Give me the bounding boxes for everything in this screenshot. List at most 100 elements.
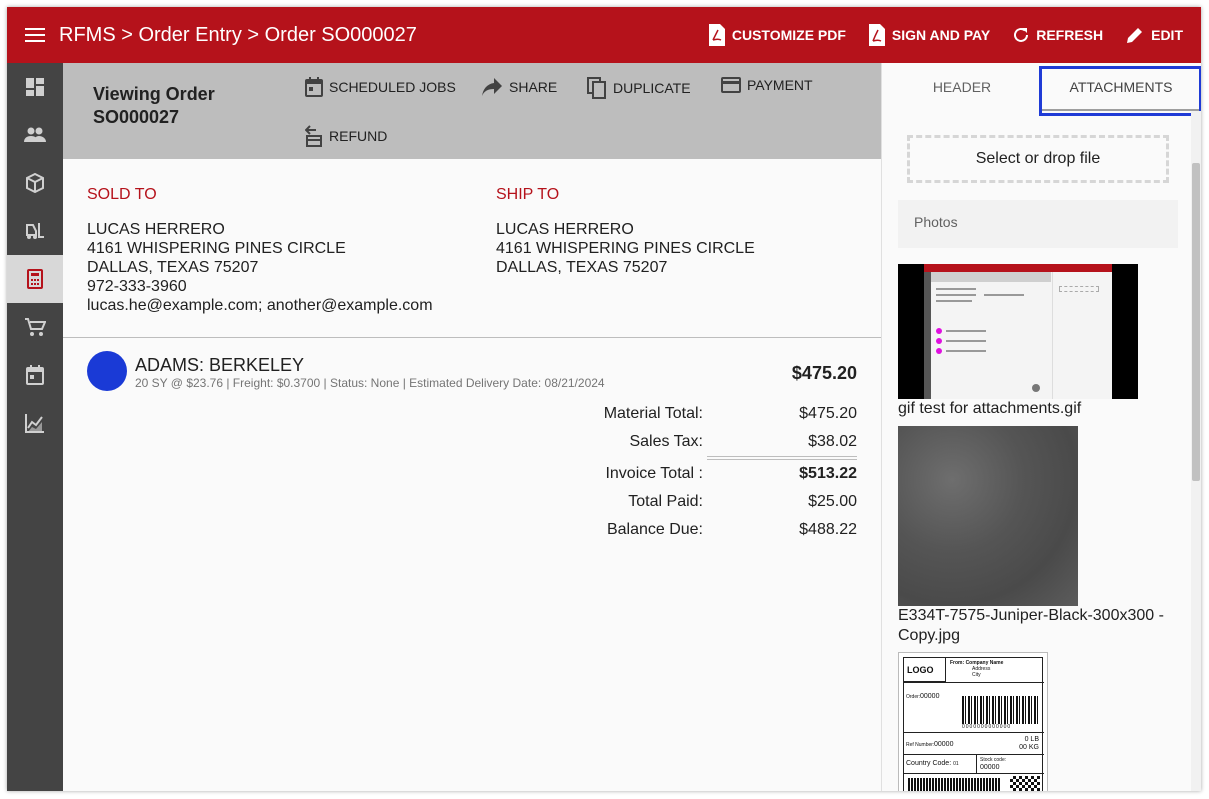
attachment-thumbnail-stone-tile[interactable] [898, 426, 1078, 606]
breadcrumb: RFMS > Order Entry > Order SO000027 [59, 23, 417, 46]
ship-to-block: SHIP TO LUCAS HERRERO 4161 WHISPERING PI… [496, 185, 755, 277]
label-rule [904, 682, 1044, 683]
tab-header[interactable]: HEADER [882, 63, 1042, 111]
attachment-caption: E334T-7575-Juniper-Black-300x300 - Copy.… [898, 607, 1164, 644]
duplicate-button[interactable]: DUPLICATE [587, 77, 691, 99]
customize-pdf-button[interactable]: CUSTOMIZE PDF [708, 23, 846, 47]
gif-preview-line [946, 330, 986, 332]
line-item-name: ADAMS: BERKELEY [135, 355, 305, 375]
sold-to-heading: SOLD TO [87, 186, 157, 203]
panel-scrollbar[interactable] [1191, 111, 1201, 791]
calendar-icon [26, 365, 44, 385]
sidebar-item-dashboard[interactable] [7, 63, 63, 111]
payment-button[interactable]: PAYMENT [721, 77, 813, 93]
gif-preview-line [936, 294, 976, 296]
label-rule [904, 773, 1044, 774]
scheduled-jobs-button[interactable]: SCHEDULED JOBS [305, 77, 456, 97]
label-from-block: From: Company Name Address City [950, 660, 1003, 678]
calendar-icon [305, 77, 323, 97]
gif-preview-dropzone [1059, 286, 1099, 292]
copy-icon [587, 77, 606, 99]
gif-preview-line [936, 288, 976, 290]
balance-due-row: Balance Due: $488.22 [503, 517, 857, 545]
sales-tax-value: $38.02 [808, 433, 857, 450]
attachment-caption: gif test for attachments.gif [898, 400, 1082, 417]
label-qr-code [1010, 776, 1040, 791]
top-actions: CUSTOMIZE PDF SIGN AND PAY REFRESH EDIT [686, 7, 1183, 63]
label-barcode [962, 696, 1040, 724]
sidebar-item-products[interactable] [7, 159, 63, 207]
attachment-thumbnail-gif[interactable] [898, 264, 1138, 399]
label-order-number: 00000 [920, 693, 940, 700]
total-paid-row: Total Paid: $25.00 [503, 489, 857, 517]
line-item-price: $475.20 [791, 363, 857, 383]
label-frame: LOGO From: Company Name Address City Ord… [903, 657, 1044, 791]
customize-pdf-label: CUSTOMIZE PDF [731, 27, 846, 43]
label-logo: LOGO [904, 658, 946, 682]
label-city: City [972, 672, 981, 678]
attachment-thumbnail-shipping-label[interactable]: LOGO From: Company Name Address City Ord… [898, 652, 1048, 791]
section-divider [63, 337, 881, 338]
material-total-row: Material Total: $475.20 [503, 401, 857, 429]
line-item[interactable]: ADAMS: BERKELEY 20 SY @ $23.76 | Freight… [87, 351, 857, 395]
refresh-icon [1014, 27, 1029, 42]
sidebar-item-warehouse[interactable] [7, 207, 63, 255]
sales-tax-row: Sales Tax: $38.02 [503, 429, 857, 457]
menu-icon [25, 28, 45, 42]
sold-to-street: 4161 WHISPERING PINES CIRCLE [87, 240, 346, 257]
sidebar-item-schedule[interactable] [7, 351, 63, 399]
sidebar-item-customers[interactable] [7, 111, 63, 159]
label-weight-lb: 0 LB [1024, 736, 1039, 743]
package-icon [26, 173, 44, 193]
sign-and-pay-label: SIGN AND PAY [891, 27, 991, 43]
label-barcode-digits: 0000000000000 [962, 724, 1012, 730]
hamburger-menu-button[interactable] [11, 7, 59, 63]
file-drop-zone[interactable]: Select or drop file [907, 135, 1169, 183]
label-weight-kg: 00 KG [1019, 744, 1039, 751]
label-rule [976, 755, 977, 773]
nav-sidebar [7, 63, 63, 791]
sidebar-item-purchasing[interactable] [7, 303, 63, 351]
balance-due-label: Balance Due: [606, 521, 703, 538]
label-ref-label: Ref Number: [906, 742, 935, 748]
label-ref-number: 00000 [934, 741, 954, 748]
gif-preview-line [984, 294, 1024, 296]
label-from: From: [950, 660, 965, 666]
ship-to-heading: SHIP TO [496, 186, 560, 203]
total-paid-value: $25.00 [808, 493, 857, 510]
gif-preview-screen [924, 264, 1112, 399]
gif-preview-header [931, 272, 1051, 282]
panel-scrollbar-thumb[interactable] [1192, 163, 1200, 481]
ship-to-street: 4161 WHISPERING PINES CIRCLE [496, 240, 755, 257]
page-title: Viewing Order SO000027 [93, 84, 215, 127]
refresh-label: REFRESH [1036, 27, 1104, 43]
refund-icon [305, 125, 322, 147]
share-arrow-icon [482, 78, 502, 96]
gif-preview-line [946, 340, 986, 342]
label-country-code: 01 [953, 761, 959, 767]
pdf-sign-icon [868, 24, 885, 46]
material-total-label: Material Total: [603, 405, 703, 422]
gif-preview-dot [936, 328, 942, 334]
sign-and-pay-button[interactable]: SIGN AND PAY [868, 23, 990, 47]
gif-preview-dot [936, 348, 942, 354]
sidebar-item-order-entry[interactable] [7, 255, 63, 303]
label-rule [904, 754, 1044, 755]
details-panel: HEADER ATTACHMENTS Select or drop file P… [881, 63, 1201, 791]
gif-preview-panel-border [1052, 272, 1053, 399]
refund-button[interactable]: REFUND [305, 125, 387, 147]
people-icon [24, 127, 46, 142]
edit-button[interactable]: EDIT [1125, 25, 1183, 45]
refresh-button[interactable]: REFRESH [1012, 26, 1103, 44]
sidebar-item-reports[interactable] [7, 399, 63, 447]
refund-label: REFUND [329, 128, 388, 144]
sold-to-city: DALLAS, TEXAS 75207 [87, 259, 259, 276]
cart-icon [25, 318, 46, 336]
dashboard-icon [26, 78, 44, 96]
line-item-detail: 20 SY @ $23.76 | Freight: $0.3700 | Stat… [135, 376, 605, 390]
gif-preview-dot [936, 338, 942, 344]
label-stock-block: Stock code: 00000 [980, 757, 1006, 772]
label-bottom-barcode [908, 778, 1000, 791]
sold-to-phone: 972-333-3960 [87, 278, 187, 295]
share-button[interactable]: SHARE [481, 77, 557, 97]
